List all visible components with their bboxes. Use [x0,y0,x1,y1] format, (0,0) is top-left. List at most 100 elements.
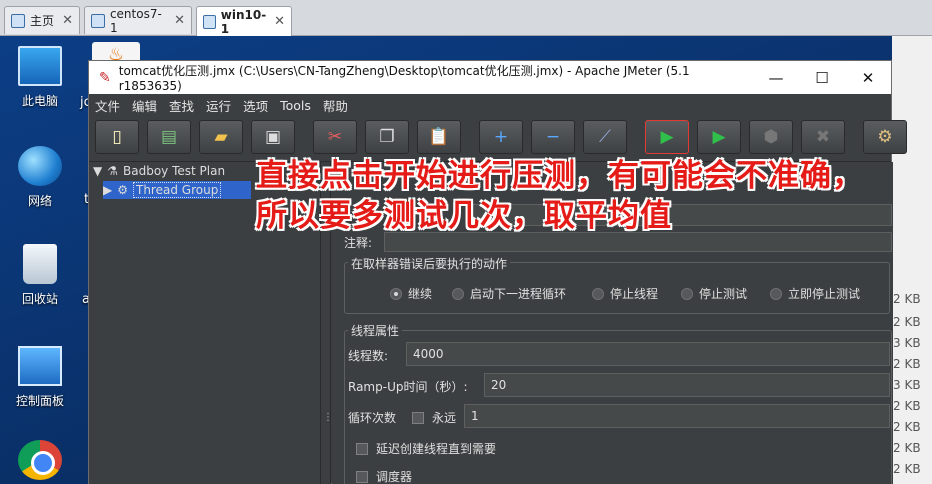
radio-label: 继续 [408,287,433,301]
menu-tools[interactable]: Tools [280,98,311,113]
copy-button[interactable]: ❐ [365,120,409,154]
collapse-arrow-icon[interactable]: ▼ [93,164,102,178]
annotation-line-2: 所以要多测试几次，取平均值 [256,198,672,234]
radio-label: 启动下一进程循环 [470,287,567,301]
vm-tab-label: win10-1 [220,7,267,36]
desktop-icon-network[interactable]: 网络 [4,146,76,209]
start-icon: ▶ [660,127,674,147]
thread-properties-label: 线程属性 [348,322,403,339]
file-size: 2 KB [893,420,921,434]
checkbox-icon [412,411,424,424]
new-button[interactable]: ▯ [95,120,139,154]
vm-tab-win10[interactable]: win10-1 ✕ [196,6,292,36]
menu-options[interactable]: 选项 [243,96,268,115]
radio-icon [452,287,464,300]
minimize-button[interactable]: — [753,69,799,87]
start-no-pauses-button[interactable]: ▶ [697,120,741,154]
recycle-bin-icon [23,244,57,284]
radio-stop-thread[interactable]: 停止线程 [592,285,658,302]
chrome-icon [18,440,62,480]
expand-all-button[interactable]: + [479,120,523,154]
save-button[interactable]: ▣ [251,120,295,154]
delay-thread-creation-checkbox[interactable]: 延迟创建线程直到需要 [356,440,496,457]
comment-field[interactable] [384,232,892,252]
file-size: 2 KB [893,462,921,476]
file-size: 2 KB [893,315,921,329]
threads-label: 线程数: [348,349,389,363]
radio-icon [592,287,604,300]
tree-node-test-plan[interactable]: ▼ ⚗ Badboy Test Plan [93,162,225,180]
expand-arrow-icon[interactable]: ▶ [103,183,112,197]
file-size: 2 KB [893,292,921,306]
title-bar: ✎ tomcat优化压测.jmx (C:\Users\CN-TangZheng\… [89,61,891,94]
templates-button[interactable]: ▤ [147,120,191,154]
vm-tab-home[interactable]: 主页 ✕ [4,6,80,34]
rampup-input[interactable]: 20 [484,373,890,397]
checkbox-label: 调度器 [376,470,413,484]
maximize-button[interactable]: ☐ [799,69,845,87]
stop-icon: ⬢ [763,127,779,147]
desktop-icon-control-panel[interactable]: 控制面板 [4,346,76,409]
shutdown-button[interactable]: ✖ [801,120,845,154]
stop-button[interactable]: ⬢ [749,120,793,154]
comment-label: 注释: [344,236,373,250]
tree-node-label: Thread Group [133,182,222,198]
forever-checkbox[interactable]: 永远 [412,409,456,426]
desktop-icon-label: 此电脑 [21,94,58,108]
vm-tab-centos[interactable]: centos7-1 ✕ [84,6,192,35]
menu-edit[interactable]: 编辑 [132,96,157,115]
start-button[interactable]: ▶ [645,120,689,154]
menu-bar: 文件 编辑 查找 运行 选项 Tools 帮助 [89,94,891,116]
file-size: 2 KB [893,357,921,371]
flask-icon: ⚗ [107,164,118,178]
window-title: tomcat优化压测.jmx (C:\Users\CN-TangZheng\De… [118,64,690,93]
close-icon[interactable]: ✕ [174,13,185,28]
vm-tab-bar: 主页 ✕ centos7-1 ✕ win10-1 ✕ [0,0,932,36]
collapse-all-button[interactable]: − [531,120,575,154]
file-size: 2 KB [893,399,921,413]
paste-button[interactable]: 📋 [417,120,461,154]
tree-node-thread-group[interactable]: ▶ ⚙ Thread Group [103,181,251,199]
cut-button[interactable]: ✂ [313,120,357,154]
radio-continue[interactable]: 继续 [390,285,432,302]
loop-count-label: 循环次数 [348,411,397,425]
close-button[interactable]: ✕ [845,69,891,87]
desktop-icon-label: 网络 [27,194,52,208]
menu-run[interactable]: 运行 [206,96,231,115]
close-icon[interactable]: ✕ [62,13,73,28]
threads-input[interactable]: 4000 [406,342,890,366]
scheduler-checkbox[interactable]: 调度器 [356,468,412,484]
expand-icon: + [493,127,509,147]
home-icon [11,13,25,28]
radio-label: 立即停止测试 [788,287,861,301]
radio-label: 停止测试 [699,287,748,301]
radio-stop-test[interactable]: 停止测试 [681,285,747,302]
menu-file[interactable]: 文件 [95,96,120,115]
paste-icon: 📋 [428,127,450,147]
desktop-icon-label: 控制面板 [15,394,64,408]
start-no-pause-icon: ▶ [712,127,726,147]
close-icon[interactable]: ✕ [274,14,285,29]
menu-search[interactable]: 查找 [169,96,194,115]
open-button[interactable]: ▰ [199,120,243,154]
settings-icon: ⚙ [877,127,893,147]
file-size: 3 KB [893,336,921,350]
control-panel-icon [18,346,62,386]
radio-start-next-loop[interactable]: 启动下一进程循环 [452,285,566,302]
desktop-icon-this-pc[interactable]: 此电脑 [4,46,76,109]
jmeter-feather-icon: ✎ [99,69,111,86]
toggle-button[interactable]: ⟋ [583,120,627,154]
radio-stop-test-now[interactable]: 立即停止测试 [770,285,860,302]
save-icon: ▣ [264,127,282,147]
vm-tab-label: centos7-1 [109,6,162,35]
open-icon: ▰ [214,127,228,147]
radio-icon [681,287,693,300]
menu-help[interactable]: 帮助 [323,96,348,115]
desktop-icon-chrome[interactable] [4,440,76,484]
loop-count-input[interactable]: 1 [464,404,890,428]
checkbox-icon [356,442,368,455]
desktop-icon-recycle-bin[interactable]: 回收站 [4,244,76,307]
tree-node-label: Badboy Test Plan [123,164,226,178]
annotation-line-1: 直接点击开始进行压测，有可能会不准确， [256,158,864,194]
settings-button[interactable]: ⚙ [863,120,907,154]
